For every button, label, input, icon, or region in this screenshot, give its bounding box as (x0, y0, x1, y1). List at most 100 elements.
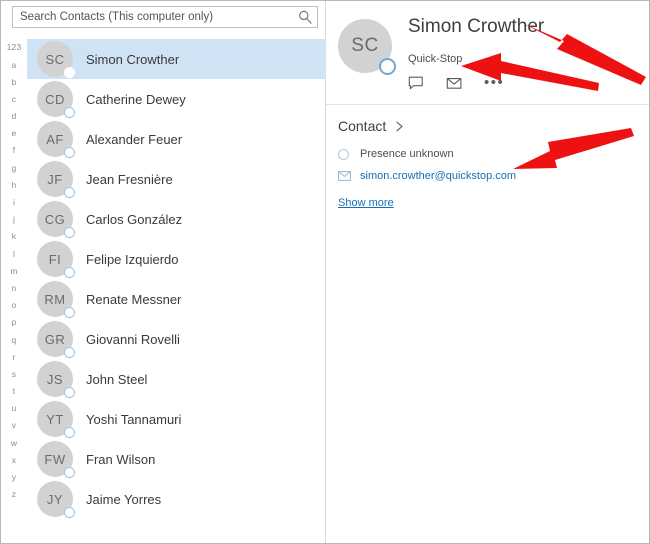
contact-list-item[interactable]: YT Yoshi Tannamuri (27, 399, 326, 439)
contact-name: Catherine Dewey (86, 91, 186, 107)
chevron-right-icon[interactable] (395, 121, 404, 132)
contact-name: Carlos González (86, 211, 183, 227)
alpha-index-a[interactable]: a (3, 56, 25, 73)
contact-section-header[interactable]: Contact (338, 118, 649, 134)
contact-detail-pane: SC Simon Crowther Quick-Stop ••• Contact… (326, 1, 649, 543)
presence-indicator-icon (379, 58, 396, 75)
contact-name: Giovanni Rovelli (86, 331, 180, 347)
presence-indicator-icon (64, 307, 75, 318)
alpha-index-k[interactable]: k (3, 228, 25, 245)
alpha-index-z[interactable]: z (3, 486, 25, 503)
alpha-index-c[interactable]: c (3, 91, 25, 108)
contact-name: Fran Wilson (86, 451, 156, 467)
alpha-index-j[interactable]: j (3, 211, 25, 228)
contact-name: Alexander Feuer (86, 131, 183, 147)
alpha-index-d[interactable]: d (3, 108, 25, 125)
contact-list-pane: 123abcdefghijklmnopqrstuvwxyz SC Simon Cr… (1, 1, 326, 543)
presence-indicator-icon (64, 147, 75, 158)
alpha-index-w[interactable]: w (3, 434, 25, 451)
email-row[interactable]: simon.crowther@quickstop.com (338, 167, 649, 185)
alpha-index-u[interactable]: u (3, 400, 25, 417)
avatar: RM (37, 281, 75, 318)
presence-indicator-icon (64, 387, 75, 398)
presence-circle-icon (338, 148, 360, 160)
presence-indicator-icon (64, 347, 75, 358)
contact-list-item[interactable]: RM Renate Messner (27, 279, 326, 319)
presence-indicator-icon (64, 427, 75, 438)
avatar: SC (37, 41, 75, 78)
contact-name: Renate Messner (86, 291, 182, 307)
avatar: AF (37, 121, 75, 158)
avatar: FW (37, 441, 75, 478)
contact-detail-body: Contact Presence unknown simon.crowther@… (326, 105, 649, 211)
contact-header-text: Simon Crowther Quick-Stop ••• (408, 15, 544, 104)
alpha-index-m[interactable]: m (3, 262, 25, 279)
avatar: JF (37, 161, 75, 198)
alpha-index-b[interactable]: b (3, 73, 25, 90)
alpha-index-e[interactable]: e (3, 125, 25, 142)
contact-name: Felipe Izquierdo (86, 251, 179, 267)
presence-indicator-icon (64, 507, 75, 518)
contact-list-item[interactable]: CG Carlos González (27, 199, 326, 239)
avatar: GR (37, 321, 75, 358)
contact-list-item[interactable]: AF Alexander Feuer (27, 119, 326, 159)
contact-list-item[interactable]: GR Giovanni Rovelli (27, 319, 326, 359)
alpha-index-t[interactable]: t (3, 383, 25, 400)
contact-list-item[interactable]: FI Felipe Izquierdo (27, 239, 326, 279)
avatar: SC (338, 19, 396, 75)
contact-list[interactable]: SC Simon Crowther CD Catherine Dewey AF Alexa… (27, 39, 326, 543)
page-title: Simon Crowther (408, 16, 545, 37)
chat-bubble-icon[interactable] (408, 76, 425, 91)
alpha-index-i[interactable]: i (3, 194, 25, 211)
avatar: CD (37, 81, 75, 118)
presence-indicator-icon (64, 267, 75, 278)
alpha-index-n[interactable]: n (3, 280, 25, 297)
contact-name: John Steel (86, 371, 148, 387)
alpha-index-s[interactable]: s (3, 366, 25, 383)
avatar: JS (37, 361, 75, 398)
contact-name: Simon Crowther (86, 51, 180, 67)
contact-name: Jaime Yorres (86, 491, 162, 507)
alpha-index-o[interactable]: o (3, 297, 25, 314)
contact-company: Quick-Stop (408, 52, 463, 65)
avatar: YT (37, 401, 75, 438)
alpha-index-h[interactable]: h (3, 177, 25, 194)
contact-list-item[interactable]: FW Fran Wilson (27, 439, 326, 479)
presence-status-text: Presence unknown (360, 148, 454, 160)
alpha-index-l[interactable]: l (3, 245, 25, 262)
alphabet-index[interactable]: 123 a b c d e f g h i j k l m n o p q r s t u v w x y z (1, 39, 27, 539)
alpha-index-123[interactable]: 123 (3, 39, 25, 56)
email-link[interactable]: simon.crowther@quickstop.com (360, 170, 516, 182)
avatar: CG (37, 201, 75, 238)
contact-list-item[interactable]: CD Catherine Dewey (27, 79, 326, 119)
search-bar (1, 1, 326, 33)
contact-list-item[interactable]: JY Jaime Yorres (27, 479, 326, 519)
alpha-index-x[interactable]: x (3, 452, 25, 469)
contact-name: Jean Fresnière (86, 171, 173, 187)
alpha-index-f[interactable]: f (3, 142, 25, 159)
presence-indicator-icon (64, 67, 75, 78)
contact-list-item[interactable]: JF Jean Fresnière (27, 159, 326, 199)
search-input[interactable] (13, 7, 317, 27)
presence-row: Presence unknown (338, 145, 649, 163)
presence-indicator-icon (64, 107, 75, 118)
alpha-index-r[interactable]: r (3, 348, 25, 365)
alpha-index-p[interactable]: p (3, 314, 25, 331)
mail-icon (338, 171, 360, 181)
presence-indicator-icon (64, 227, 75, 238)
contact-detail-header: SC Simon Crowther Quick-Stop ••• (326, 1, 649, 105)
avatar: JY (37, 481, 75, 518)
show-more-link[interactable]: Show more (338, 197, 394, 209)
contact-name: Yoshi Tannamuri (86, 411, 182, 427)
alpha-index-y[interactable]: y (3, 469, 25, 486)
envelope-icon[interactable] (446, 76, 463, 91)
ellipsis-icon[interactable]: ••• (484, 75, 504, 91)
contact-list-item[interactable]: SC Simon Crowther (27, 39, 326, 79)
search-box[interactable] (12, 6, 318, 28)
contact-section-label: Contact (338, 118, 387, 134)
alpha-index-g[interactable]: g (3, 159, 25, 176)
alpha-index-q[interactable]: q (3, 331, 25, 348)
alpha-index-v[interactable]: v (3, 417, 25, 434)
contact-list-item[interactable]: JS John Steel (27, 359, 326, 399)
presence-indicator-icon (64, 187, 75, 198)
